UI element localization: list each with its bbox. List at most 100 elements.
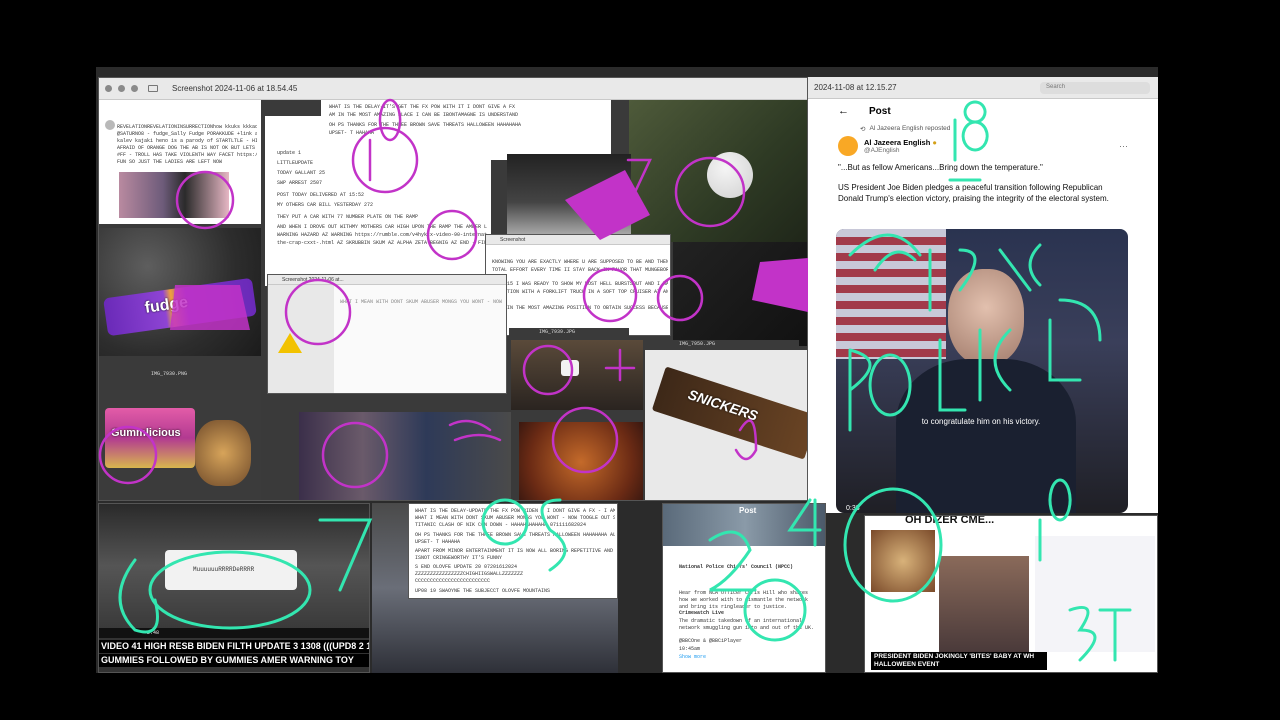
center-line: CCCCCCCCCCCCCCCCCCCCCCCCC bbox=[415, 578, 491, 584]
person-suit bbox=[896, 359, 1076, 513]
window-titlebar: 2024-11-08 at 12.15.27 Search bbox=[808, 77, 1158, 99]
search-input[interactable]: Search bbox=[1040, 81, 1150, 94]
thumb-mug[interactable] bbox=[511, 340, 643, 410]
text-window-center[interactable]: WHAT IS THE DELAY-UPDATE THE FX POW BIDE… bbox=[408, 503, 618, 599]
author-name[interactable]: Al Jazeera English ● bbox=[864, 138, 937, 147]
tweet-line-5: #FF - TROLL HAS TAKE VIOLENTH WAY FACET … bbox=[117, 152, 257, 158]
thumb-ramp-text[interactable]: WHAT IS THE DELAY-IT'S GET THE FX POW WI… bbox=[321, 100, 611, 160]
preview-window-tweet: 2024-11-08 at 12.15.27 Search ← Post ⟲ A… bbox=[808, 77, 1158, 513]
thumb-img-label-b: IMG_7950.JPG bbox=[649, 340, 799, 350]
video-time: 2:48 bbox=[147, 630, 160, 636]
avatar bbox=[105, 120, 115, 130]
nested-text: WHAT I MEAN WITH DONT SKUM ABUSER MONGS … bbox=[340, 299, 504, 305]
center-line: UP08 19 SWAOYNE THE SUBJECCT OLOVFE MOUN… bbox=[415, 588, 551, 594]
notes-line: SWP ARREST 2507 bbox=[277, 180, 323, 186]
mini-window-title: Screenshot bbox=[500, 236, 526, 243]
tweet-line-3: kalev kajaki heno is a parody of STARTLT… bbox=[117, 138, 257, 144]
news-photo bbox=[871, 530, 935, 592]
tweet-line-2: @SATURNO8 - fudge_Sally Fudge PORAKKUDE … bbox=[117, 131, 257, 137]
reply-line: IN 2015 I WAS READY TO SHOW MY MOST HELL… bbox=[492, 281, 668, 287]
close-icon[interactable] bbox=[105, 85, 112, 92]
post-title: Post bbox=[869, 105, 891, 117]
thumb-left-tweet[interactable]: REVELATIONREVELATIONINSURRECTIONhow kkuk… bbox=[99, 100, 261, 224]
bbc-account[interactable]: National Police Chiefs' Council (NPCC) bbox=[679, 564, 793, 571]
tweet-line-6: FUN SO JUST THE LADIES ARE LEFT NOW bbox=[117, 159, 223, 165]
bbc-handle[interactable]: @BBCOne & @BBCiPlayer bbox=[679, 638, 742, 645]
notes-line: the-crap-cxxt-.html AZ SKRUBBIN SKUM AZ … bbox=[277, 240, 487, 246]
repost-icon: ⟲ bbox=[860, 126, 866, 133]
desktop-screen: Screenshot 2024-11-06 at 18.54.45 REVELA… bbox=[96, 67, 1158, 673]
snickers-bar: SNICKERS bbox=[651, 366, 807, 460]
thumb-snickers[interactable]: SNICKERS bbox=[645, 350, 807, 500]
tweet-quote: "...But as fellow Americans...Bring down… bbox=[838, 163, 1043, 172]
notes-line: update 1 bbox=[277, 150, 302, 156]
center-line: UPSET- T HAHAHA bbox=[415, 539, 461, 545]
thumb-nested-window[interactable]: Screenshot 2024-11-06 at... WHAT I MEAN … bbox=[267, 274, 507, 394]
thumb-collage[interactable] bbox=[299, 412, 511, 500]
center-line: S END OLOVFE UPDATE 20 07201612024 bbox=[415, 564, 518, 570]
sidebar-toggle-icon[interactable] bbox=[148, 85, 158, 92]
window-title: Screenshot 2024-11-06 at 18.54.45 bbox=[172, 84, 298, 93]
notes-line: MY OTHERS CAR BILL YESTERDAY 272 bbox=[277, 202, 374, 208]
tweet-body: US President Joe Biden pledges a peacefu… bbox=[838, 183, 1109, 203]
news-sidebar bbox=[1035, 536, 1155, 652]
reply-line: TOTAL EFFORT EVERY TIME II STAY BACK IN … bbox=[492, 267, 668, 273]
ramp-line: AM IN THE MOST AMAZING PLACE I CAN BE IB… bbox=[329, 112, 519, 118]
author-handle[interactable]: @AJEnglish bbox=[864, 147, 937, 154]
reply-line: KNOWING YOU ARE EXACTLY WHERE U ARE SUPP… bbox=[492, 259, 668, 265]
warning-icon bbox=[278, 333, 302, 353]
lid-button bbox=[707, 152, 753, 198]
center-line: ISNOT CRINGEWORTHY IT'S FUNNY bbox=[415, 555, 503, 561]
thumb-coins[interactable] bbox=[519, 422, 643, 500]
bbc-post-title: Post bbox=[739, 506, 757, 515]
more-icon[interactable]: ··· bbox=[1119, 141, 1128, 151]
flag-stripes bbox=[836, 229, 946, 359]
thumb-reply-window[interactable]: Screenshot KNOWING YOU ARE EXACTLY WHERE… bbox=[485, 234, 671, 336]
thumb-filename: IMG_7950.JPG bbox=[679, 341, 716, 347]
thumb-dark-box[interactable] bbox=[673, 242, 807, 346]
minimize-icon[interactable] bbox=[118, 85, 125, 92]
zoom-icon[interactable] bbox=[131, 85, 138, 92]
bbc-crimewatch[interactable]: Crimewatch Live bbox=[679, 610, 724, 617]
news-window[interactable]: OH DIZER CME... PRESIDENT BIDEN JOKINGLY… bbox=[864, 515, 1158, 673]
fudge-wrapper: fudge bbox=[103, 277, 257, 337]
news-header: OH DIZER CME... bbox=[905, 515, 995, 526]
window-titlebar: Screenshot 2024-11-06 at 18.54.45 bbox=[99, 78, 807, 100]
thumb-filename: IMG_7939.JPG bbox=[539, 329, 576, 335]
repost-line: ⟲ Al Jazeera English reposted bbox=[808, 123, 1158, 133]
window-title: 2024-11-08 at 12.15.27 bbox=[814, 83, 897, 92]
ramp-line: UPSET- T HAHAHA bbox=[329, 130, 375, 136]
tweet-author-row: Al Jazeera English ● @AJEnglish ··· bbox=[808, 133, 1158, 159]
video-caption: to congratulate him on his victory. bbox=[921, 417, 1041, 426]
back-arrow-icon[interactable]: ← bbox=[838, 105, 849, 117]
thumb-green-lid[interactable] bbox=[629, 100, 807, 242]
video-controls[interactable]: 2:48 bbox=[99, 628, 369, 638]
mug bbox=[561, 360, 579, 376]
notes-line: POST TODAY DELIVERED AT 15:52 bbox=[277, 192, 365, 198]
nested-titlebar: Screenshot 2024-11-06 at... bbox=[268, 275, 506, 285]
thumb-img-label-c: IMG_7939.JPG bbox=[509, 328, 629, 338]
repost-label: Al Jazeera English reposted bbox=[869, 125, 951, 132]
thumb-img-label-a: IMG_7930.PNG bbox=[99, 366, 261, 384]
video-title-bar-2: GUMMIES FOLLOWED BY GUMMIES AMER WARNING… bbox=[99, 654, 369, 667]
center-line: APART FROM MINOR ENTERTAINMENT IT IS NOW… bbox=[415, 548, 615, 554]
tweet-line-1: REVELATIONREVELATIONINSURRECTIONhow kkuk… bbox=[117, 124, 257, 130]
center-line: TITANIC CLASH OF NIK CON DOWN - HAHAHAHA… bbox=[415, 522, 587, 528]
thumb-gummies[interactable]: Gummlicious bbox=[99, 390, 261, 500]
video-window[interactable]: MuuuuuuRRRRDeRRRR 2:48 VIDEO 41 HIGH RES… bbox=[98, 503, 370, 673]
notes-line: LITTLEUPDATE bbox=[277, 160, 314, 166]
ramp-line: WHAT IS THE DELAY-IT'S GET THE FX POW WI… bbox=[329, 104, 516, 110]
center-line: WHAT IS THE DELAY-UPDATE THE FX POW BIDE… bbox=[415, 508, 615, 514]
bbc-show-more[interactable]: Show more bbox=[679, 654, 706, 661]
reply-line: SITUATION WITH A FORKLIFT TRUCK IN A SOF… bbox=[492, 289, 668, 295]
thumb-fudge-bar[interactable]: fudge bbox=[99, 228, 261, 356]
video-title-bar: VIDEO 41 HIGH RESB BIDEN FILTH UPDATE 3 … bbox=[99, 640, 370, 653]
news-headline: PRESIDENT BIDEN JOKINGLY 'BITES' BABY AT… bbox=[871, 652, 1047, 670]
avatar[interactable] bbox=[838, 136, 858, 156]
center-line: OH PS THANKS FOR THE THREE BROWN SAVE TH… bbox=[415, 532, 615, 538]
tweet-header: ← Post bbox=[808, 99, 1158, 123]
tweet-video[interactable]: to congratulate him on his victory. bbox=[836, 229, 1128, 513]
ramp-line: OH PS THANKS FOR THE THREE BROWN SAVE TH… bbox=[329, 122, 522, 128]
person-head bbox=[948, 269, 1024, 365]
bbc-post-window[interactable]: Post National Police Chiefs' Council (NP… bbox=[662, 503, 826, 673]
